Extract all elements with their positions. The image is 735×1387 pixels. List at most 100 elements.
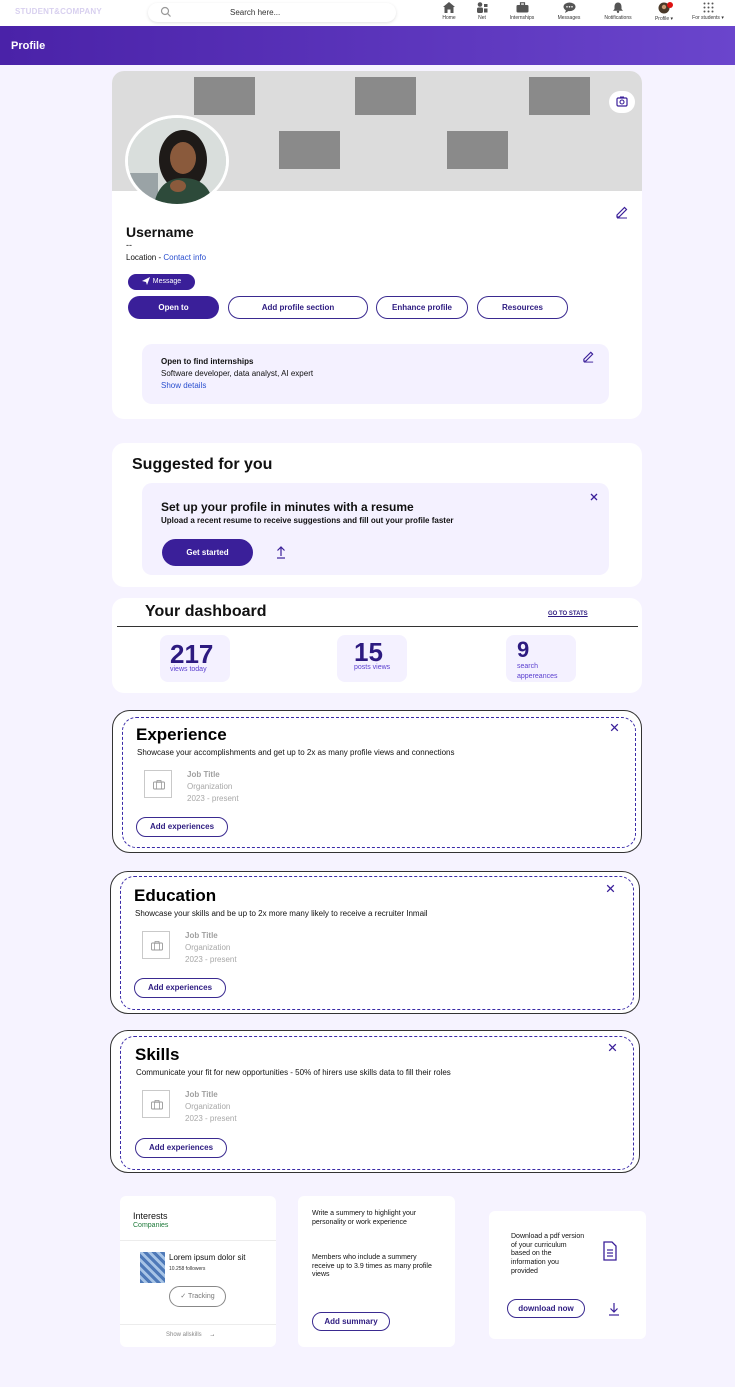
open-to-panel: Open to find internships Software develo… (142, 344, 609, 404)
summary-prompt: Write a summery to highlight your person… (312, 1210, 417, 1226)
section-title: Experience (136, 725, 227, 744)
nav-for-students[interactable]: For students ▾ (686, 2, 730, 24)
interests-card: Interests Companies Lorem ipsum dolor si… (120, 1196, 276, 1347)
job-organization: Organization (187, 782, 233, 791)
stat-views-today[interactable]: 217 views today (160, 635, 230, 682)
search-input[interactable]: Search here... (230, 8, 280, 17)
profile-location: Location - Contact info (126, 253, 206, 262)
show-all-skills-link[interactable]: Show allskills → (166, 1332, 215, 1338)
grid-icon (703, 2, 713, 13)
nav-messages-label: Messages (557, 15, 581, 21)
open-to-roles: Software developer, data analyst, AI exp… (161, 369, 314, 378)
add-experiences-button[interactable]: Add experiences (134, 978, 226, 998)
nav-notifications[interactable]: Notifications (596, 2, 640, 24)
go-to-stats-link[interactable]: GO TO STATS (548, 611, 588, 617)
close-icon[interactable] (605, 883, 616, 894)
add-profile-section-button[interactable]: Add profile section (228, 296, 368, 319)
send-icon (141, 277, 150, 286)
job-details: Job Title Organization 2023 - present (187, 769, 239, 805)
close-icon[interactable] (607, 1042, 618, 1053)
enhance-profile-button[interactable]: Enhance profile (376, 296, 468, 319)
briefcase-icon (153, 780, 165, 790)
stat-search-appearances[interactable]: 9 search appereances (506, 635, 576, 682)
get-started-button[interactable]: Get started (162, 539, 253, 566)
nav-for-students-label: For students ▾ (692, 15, 724, 21)
divider (120, 1240, 276, 1241)
resume-panel: Set up your profile in minutes with a re… (142, 483, 609, 575)
job-organization: Organization (185, 943, 231, 952)
nav-net[interactable]: Net (460, 2, 504, 24)
profile-avatar[interactable] (125, 115, 229, 207)
contact-info-link[interactable]: Contact info (163, 253, 206, 262)
stat-value: 9 (517, 637, 530, 662)
dashboard-card: Your dashboard GO TO STATS 217 views tod… (112, 598, 642, 693)
edit-profile-icon[interactable] (615, 205, 629, 219)
job-details: Job Title Organization 2023 - present (185, 930, 237, 966)
nav-net-label: Net (478, 15, 486, 21)
job-title: Job Title (187, 770, 220, 779)
interests-title: Interests (133, 1211, 168, 1221)
download-card: Download a pdf version of your curriculu… (489, 1211, 646, 1339)
nav-messages[interactable]: Messages (547, 2, 591, 24)
show-details-link[interactable]: Show details (161, 381, 206, 390)
add-experiences-button[interactable]: Add experiences (136, 817, 228, 837)
location-text: Location - (126, 253, 162, 262)
suggested-title: Suggested for you (132, 456, 273, 473)
resources-button[interactable]: Resources (477, 296, 568, 319)
job-period: 2023 - present (185, 955, 237, 964)
job-placeholder-icon (144, 770, 172, 798)
document-icon (603, 1241, 617, 1261)
search-bar[interactable]: Search here... (148, 3, 396, 22)
company-name[interactable]: Lorem ipsum dolor sit (169, 1253, 245, 1262)
resume-headline: Set up your profile in minutes with a re… (161, 500, 414, 514)
upload-icon[interactable] (275, 546, 287, 559)
job-details: Job Title Organization 2023 - present (185, 1089, 237, 1125)
profile-headline: -- (126, 240, 132, 250)
cover-placeholder (279, 131, 340, 169)
brand-logo[interactable]: STUDENT&COMPANY (15, 7, 102, 16)
skills-section: Skills Communicate your fit for new oppo… (110, 1030, 640, 1173)
resume-subline: Upload a recent resume to receive sugges… (161, 516, 454, 525)
dashboard-divider (117, 626, 638, 627)
company-logo (140, 1252, 165, 1283)
close-icon[interactable] (609, 722, 620, 733)
section-description: Showcase your skills and be up to 2x mor… (135, 909, 428, 918)
page-header: Profile (0, 26, 735, 65)
summary-benefit: Members who include a summery receive up… (312, 1254, 432, 1278)
interests-tab-companies[interactable]: Companies (133, 1222, 168, 1229)
add-summary-button[interactable]: Add summary (312, 1312, 390, 1331)
experience-section: Experience Showcase your accomplishments… (112, 710, 642, 853)
stat-posts-views[interactable]: 15 posts views (337, 635, 407, 682)
section-title: Skills (135, 1045, 180, 1064)
home-icon (443, 2, 455, 13)
nav-internships[interactable]: Internships (500, 2, 544, 24)
cover-placeholder (355, 77, 416, 115)
job-placeholder-icon (142, 1090, 170, 1118)
briefcase-icon (151, 941, 163, 951)
open-to-button[interactable]: Open to (128, 296, 219, 319)
nav-profile[interactable]: Profile ▾ (642, 2, 686, 24)
messages-icon (563, 2, 575, 13)
job-placeholder-icon (142, 931, 170, 959)
job-period: 2023 - present (185, 1114, 237, 1123)
tracking-button[interactable]: ✓ Tracking (169, 1286, 226, 1307)
message-button[interactable]: Message (128, 274, 195, 290)
add-experiences-button[interactable]: Add experiences (135, 1138, 227, 1158)
summary-card: Write a summery to highlight your person… (298, 1196, 455, 1347)
job-title: Job Title (185, 931, 218, 940)
notification-badge (667, 2, 673, 8)
edit-cover-button[interactable] (609, 91, 635, 113)
edit-icon[interactable] (582, 350, 595, 363)
close-icon[interactable] (589, 492, 599, 502)
stat-label: appereances (517, 673, 558, 680)
divider (120, 1324, 276, 1325)
download-description: Download a pdf version of your curriculu… (511, 1233, 585, 1275)
job-title: Job Title (185, 1090, 218, 1099)
nav-notifications-label: Notifications (604, 15, 632, 21)
download-icon[interactable] (608, 1302, 620, 1316)
briefcase-icon (151, 1100, 163, 1110)
download-now-button[interactable]: download now (507, 1299, 585, 1318)
education-section: Education Showcase your skills and be up… (110, 871, 640, 1014)
cover-placeholder (447, 131, 508, 169)
bell-icon (613, 2, 623, 13)
